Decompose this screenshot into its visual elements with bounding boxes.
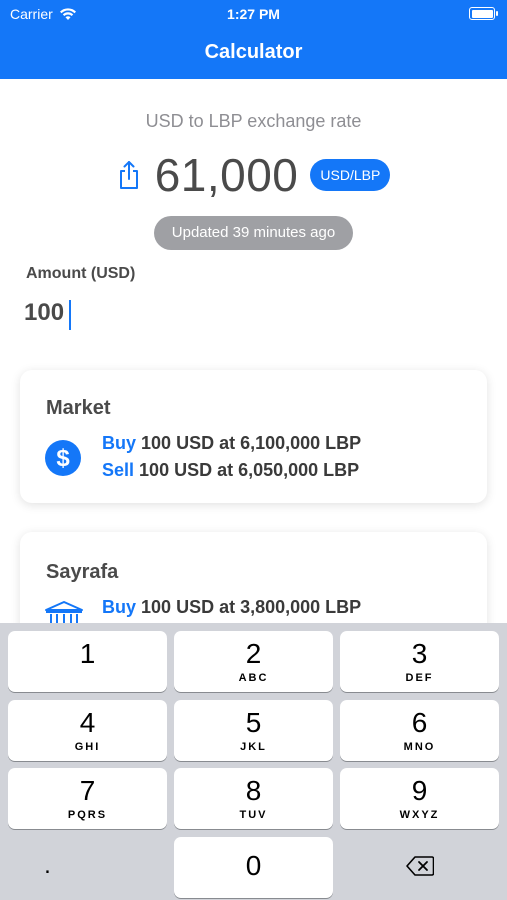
key-letters: PQRS xyxy=(67,809,108,821)
key-digit: 6 xyxy=(411,707,428,738)
key-digit: 7 xyxy=(79,775,96,806)
share-icon[interactable] xyxy=(117,160,141,190)
dollar-circle-icon: $ xyxy=(45,440,81,476)
key-8[interactable]: 8 TUV xyxy=(174,768,333,829)
key-1[interactable]: 1 xyxy=(8,631,167,692)
numeric-keypad: 1 2 ABC 3 DEF 4 GHI 5 JKL 6 MNO 7 PQRS 8 TUV 9 W… xyxy=(0,623,507,900)
key-4[interactable]: 4 GHI xyxy=(8,700,167,761)
key-digit: 1 xyxy=(79,638,96,669)
sell-text: 100 USD at 6,050,000 LBP xyxy=(139,460,360,480)
key-7[interactable]: 7 PQRS xyxy=(8,768,167,829)
buy-text: 100 USD at 3,800,000 LBP xyxy=(141,597,362,617)
text-cursor xyxy=(69,300,71,330)
key-letters: MNO xyxy=(403,741,436,753)
key-2[interactable]: 2 ABC xyxy=(174,631,333,692)
buy-label: Buy xyxy=(102,433,137,453)
rate-row: 61,000 USD/LBP xyxy=(0,148,507,202)
key-letters: TUV xyxy=(239,809,268,821)
key-letters: DEF xyxy=(405,672,434,684)
key-3[interactable]: 3 DEF xyxy=(340,631,499,692)
battery-icon xyxy=(469,7,498,20)
amount-label: Amount (USD) xyxy=(26,265,136,282)
delete-backspace-icon xyxy=(406,856,434,876)
buy-text: 100 USD at 6,100,000 LBP xyxy=(141,433,362,453)
market-card: Market $ Buy 100 USD at 6,100,000 LBP Se… xyxy=(20,370,487,503)
updated-badge: Updated 39 minutes ago xyxy=(154,216,353,250)
key-digit: . xyxy=(44,852,51,879)
key-letters: JKL xyxy=(240,741,267,753)
currency-pair-badge[interactable]: USD/LBP xyxy=(310,159,391,191)
page-title: Calculator xyxy=(204,41,303,63)
key-digit: 4 xyxy=(79,707,96,738)
key-decimal[interactable]: . xyxy=(8,837,167,898)
key-digit: 2 xyxy=(245,638,262,669)
svg-text:$: $ xyxy=(56,445,70,472)
key-letters: ABC xyxy=(238,672,269,684)
market-buy-line: Buy 100 USD at 6,100,000 LBP xyxy=(102,433,361,454)
key-digit: 5 xyxy=(245,707,262,738)
key-digit: 3 xyxy=(411,638,428,669)
exchange-rate-value: 61,000 xyxy=(154,149,299,201)
key-9[interactable]: 9 WXYZ xyxy=(340,768,499,829)
key-5[interactable]: 5 JKL xyxy=(174,700,333,761)
key-digit: 8 xyxy=(245,775,262,806)
key-delete[interactable] xyxy=(340,837,499,898)
key-letters: GHI xyxy=(74,741,101,753)
key-letters: WXYZ xyxy=(399,809,440,821)
market-card-title: Market xyxy=(46,397,111,419)
nav-header: Carrier 1:27 PM Calculator xyxy=(0,0,507,79)
rate-caption: USD to LBP exchange rate xyxy=(145,111,362,131)
key-0[interactable]: 0 xyxy=(174,837,333,898)
status-bar: Carrier 1:27 PM xyxy=(0,6,507,24)
market-sell-line: Sell 100 USD at 6,050,000 LBP xyxy=(102,460,359,481)
key-digit: 9 xyxy=(411,775,428,806)
sayrafa-card-title: Sayrafa xyxy=(46,561,119,583)
buy-label: Buy xyxy=(102,597,137,617)
status-time: 1:27 PM xyxy=(227,6,280,22)
key-6[interactable]: 6 MNO xyxy=(340,700,499,761)
key-digit: 0 xyxy=(245,850,262,881)
sell-label: Sell xyxy=(102,460,135,480)
sayrafa-buy-line: Buy 100 USD at 3,800,000 LBP xyxy=(102,597,361,618)
